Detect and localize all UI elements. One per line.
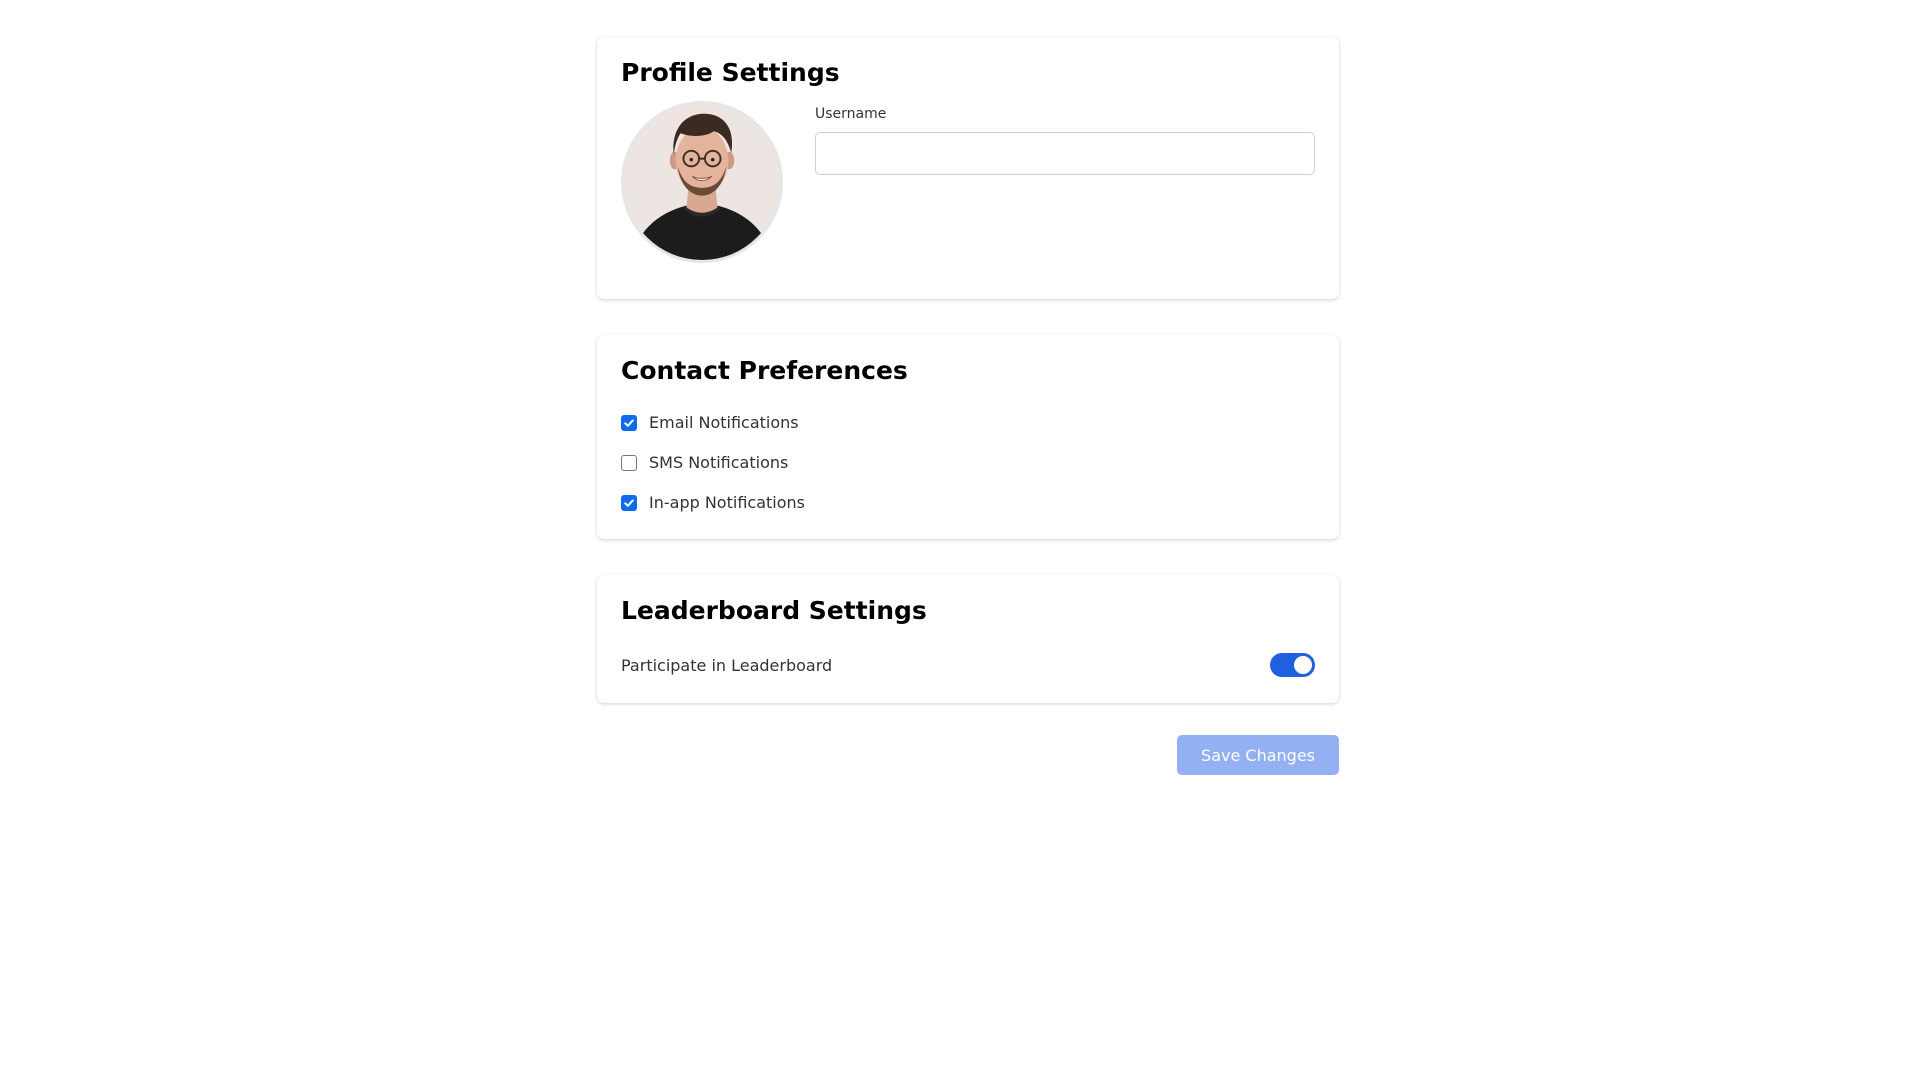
username-group: Username <box>815 104 1315 263</box>
save-changes-button[interactable]: Save Changes <box>1177 735 1339 775</box>
contact-preferences-card: Contact Preferences Email Notifications … <box>597 335 1339 539</box>
profile-settings-card: Profile Settings Username <box>597 37 1339 299</box>
sms-notifications-option[interactable]: SMS Notifications <box>621 453 1315 473</box>
email-notifications-checkbox[interactable] <box>621 415 637 431</box>
avatar[interactable] <box>621 101 783 263</box>
form-actions: Save Changes <box>597 735 1339 775</box>
sms-notifications-label: SMS Notifications <box>649 453 789 472</box>
username-input[interactable] <box>815 132 1315 175</box>
in-app-notifications-label: In-app Notifications <box>649 493 805 512</box>
leaderboard-settings-card: Leaderboard Settings Participate in Lead… <box>597 575 1339 703</box>
profile-row: Username <box>621 101 1315 263</box>
in-app-notifications-option[interactable]: In-app Notifications <box>621 493 1315 513</box>
profile-settings-title: Profile Settings <box>621 58 840 87</box>
email-notifications-label: Email Notifications <box>649 413 799 432</box>
notification-options: Email Notifications SMS Notifications In… <box>621 413 1315 513</box>
toggle-knob <box>1294 656 1312 674</box>
avatar-photo <box>624 104 780 260</box>
contact-preferences-title: Contact Preferences <box>621 356 908 385</box>
username-label: Username <box>815 106 887 122</box>
leaderboard-participation-toggle[interactable] <box>1270 653 1315 677</box>
leaderboard-participation-label: Participate in Leaderboard <box>621 655 833 675</box>
leaderboard-settings-title: Leaderboard Settings <box>621 596 927 625</box>
in-app-notifications-checkbox[interactable] <box>621 495 637 511</box>
leaderboard-participation-row: Participate in Leaderboard <box>621 653 1315 677</box>
email-notifications-option[interactable]: Email Notifications <box>621 413 1315 433</box>
settings-page: Profile Settings Username Contact Prefer… <box>597 37 1339 775</box>
sms-notifications-checkbox[interactable] <box>621 455 637 471</box>
